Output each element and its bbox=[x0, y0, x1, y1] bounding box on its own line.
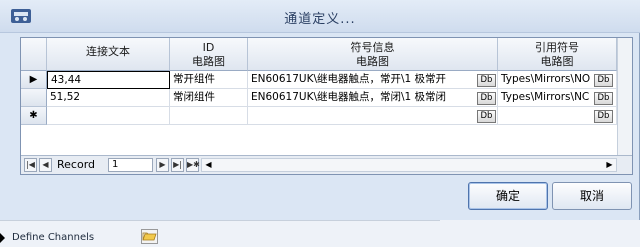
channel-definition-dialog: 通道定义... 连接文本 ID 电路图 符号信息 电路图 引用符号 电路图 ▶ … bbox=[0, 0, 640, 220]
folder-open-icon[interactable] bbox=[141, 229, 158, 244]
column-header-sublabel: 电路图 bbox=[192, 55, 225, 68]
record-navigator: |◀ ◀ Record 1 ▶ ▶| ▶✱ ◀ ▶ bbox=[21, 155, 632, 174]
db-browse-button[interactable]: Db bbox=[477, 110, 496, 123]
ok-button[interactable]: 确定 bbox=[468, 182, 548, 210]
previous-record-icon[interactable]: ◀ bbox=[39, 158, 52, 172]
db-browse-button[interactable]: Db bbox=[477, 92, 496, 105]
column-header-symbol-info[interactable]: 符号信息 电路图 bbox=[248, 38, 498, 71]
scroll-right-icon[interactable]: ▶ bbox=[603, 159, 616, 171]
background-panel bbox=[0, 220, 640, 247]
cell-id[interactable]: 常开组件 bbox=[170, 71, 248, 89]
db-browse-button[interactable]: Db bbox=[594, 74, 613, 87]
divider bbox=[0, 220, 440, 221]
column-header-sublabel: 电路图 bbox=[540, 55, 574, 68]
cell-connection-text[interactable]: 43,44 bbox=[47, 71, 170, 89]
vertical-scrollbar[interactable] bbox=[617, 38, 632, 155]
column-header-label: 引用符号 bbox=[535, 41, 579, 54]
cell-id[interactable] bbox=[170, 107, 248, 125]
horizontal-scrollbar[interactable]: ◀ ▶ bbox=[201, 158, 617, 172]
cell-connection-text[interactable]: 51,52 bbox=[47, 89, 170, 107]
column-header-label: ID bbox=[202, 41, 215, 54]
cell-symbol-info[interactable] bbox=[248, 107, 498, 125]
next-record-icon[interactable]: ▶ bbox=[156, 158, 169, 172]
channels-grid[interactable]: 连接文本 ID 电路图 符号信息 电路图 引用符号 电路图 ▶ 43,44 常开… bbox=[20, 37, 633, 175]
title-bar: 通道定义... bbox=[0, 0, 640, 33]
row-selector[interactable]: ▶ bbox=[21, 71, 47, 89]
scroll-left-icon[interactable]: ◀ bbox=[202, 159, 215, 171]
cell-symbol-info[interactable]: EN60617UK\继电器触点，常开\1 极常开 bbox=[248, 71, 498, 89]
record-number-field[interactable]: 1 bbox=[108, 158, 153, 172]
column-header-connection-text[interactable]: 连接文本 bbox=[47, 38, 170, 71]
new-row-selector[interactable]: ✱ bbox=[21, 107, 47, 125]
column-header-sublabel: 电路图 bbox=[356, 55, 389, 68]
column-header-label: 连接文本 bbox=[86, 45, 130, 58]
dialog-title: 通道定义... bbox=[284, 12, 356, 27]
define-channels-label: Define Channels bbox=[12, 232, 95, 243]
db-browse-button[interactable]: Db bbox=[477, 74, 496, 87]
expand-arrow-icon[interactable] bbox=[0, 233, 5, 243]
cancel-button[interactable]: 取消 bbox=[552, 182, 632, 210]
record-label: Record bbox=[57, 158, 96, 171]
first-record-icon[interactable]: |◀ bbox=[24, 158, 37, 172]
last-record-icon[interactable]: ▶| bbox=[171, 158, 184, 172]
row-selector[interactable] bbox=[21, 89, 47, 107]
db-browse-button[interactable]: Db bbox=[594, 110, 613, 123]
column-header-id[interactable]: ID 电路图 bbox=[170, 38, 248, 71]
cell-connection-text[interactable] bbox=[47, 107, 170, 125]
column-header-label: 符号信息 bbox=[350, 41, 395, 54]
cell-id[interactable]: 常闭组件 bbox=[170, 89, 248, 107]
new-record-icon[interactable]: ▶✱ bbox=[186, 158, 200, 172]
column-header-reference-symbol[interactable]: 引用符号 电路图 bbox=[498, 38, 617, 71]
row-selector-header bbox=[21, 38, 47, 71]
db-browse-button[interactable]: Db bbox=[594, 92, 613, 105]
cell-symbol-info[interactable]: EN60617UK\继电器触点，常闭\1 极常闭 bbox=[248, 89, 498, 107]
